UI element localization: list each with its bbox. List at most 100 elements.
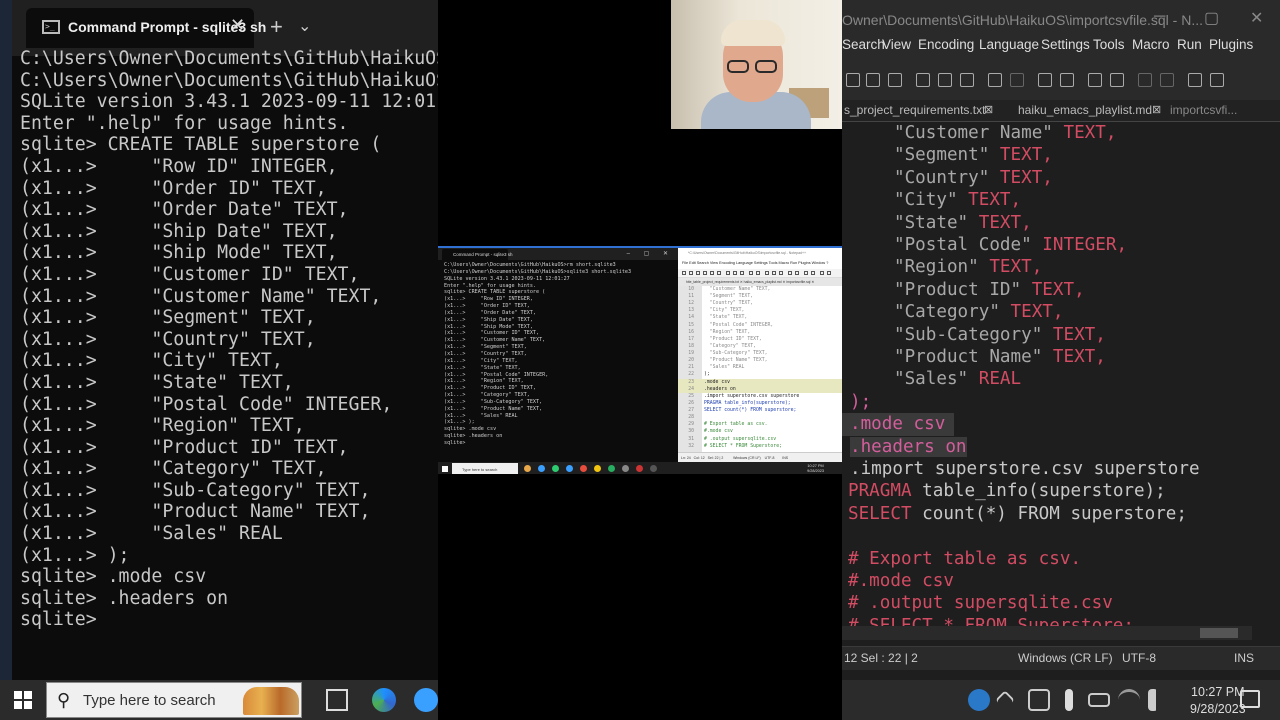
mini-app-icon[interactable]: [622, 465, 629, 472]
np-editor[interactable]: "Customer Name" TEXT, "Segment" TEXT, "Cou…: [842, 122, 1280, 642]
doc-tab-importcsvfile[interactable]: importcsvfi...: [1170, 103, 1237, 117]
battery-icon[interactable]: [1088, 693, 1110, 707]
mini-clock[interactable]: 10:27 PM 9/28/2023: [807, 464, 824, 474]
task-view-icon[interactable]: [326, 689, 348, 711]
code-segment: SELECT count(*) FROM superstore;: [848, 503, 1187, 525]
code-segment: "Sales" REAL: [894, 368, 1021, 390]
terminal-line: (x1...> "Country" TEXT,: [20, 328, 316, 350]
microphone-icon[interactable]: [1065, 689, 1073, 711]
new-tab-button[interactable]: +: [270, 14, 283, 40]
code-text: superstore;: [1059, 503, 1187, 524]
redo-icon[interactable]: [1010, 73, 1024, 87]
terminal-line: (x1...> "Category" TEXT,: [20, 458, 327, 480]
mini-app-icon[interactable]: [552, 465, 559, 472]
mini-terminal-line: SQLite version 3.43.1 2023-09-11 12:01:2…: [444, 275, 570, 282]
edge-icon[interactable]: [372, 688, 396, 712]
find-icon[interactable]: [1038, 73, 1052, 87]
mini-app-icon[interactable]: [566, 465, 573, 472]
mini-terminal-line: (x1...> "Customer Name" TEXT,: [444, 337, 546, 344]
mini-app-icon[interactable]: [608, 465, 615, 472]
mini-np-menu[interactable]: File Edit Search View Encoding Language …: [678, 259, 842, 269]
code-line: "State" TEXT,: [842, 212, 1280, 234]
scrollbar-thumb[interactable]: [1200, 628, 1238, 638]
mini-np-line-number: 29: [688, 422, 694, 428]
doc-tab-playlist[interactable]: haiku_emacs_playlist.md: [1018, 103, 1152, 117]
close-file-icon[interactable]: [846, 73, 860, 87]
word-wrap-icon[interactable]: [1188, 73, 1202, 87]
zoom-out-icon[interactable]: [1110, 73, 1124, 87]
maximize-icon[interactable]: ▢: [1204, 8, 1219, 28]
mini-terminal-line: (x1...> "Row ID" INTEGER,: [444, 296, 533, 303]
notification-icon[interactable]: [1240, 690, 1260, 708]
chevron-down-icon[interactable]: ⌄: [298, 16, 311, 36]
column-type: TEXT,: [1021, 279, 1085, 300]
sync-vertical-icon[interactable]: [1138, 73, 1152, 87]
mini-app-icon[interactable]: [524, 465, 531, 472]
mini-search-box[interactable]: Type here to search: [452, 463, 518, 474]
menu-settings[interactable]: Settings: [1041, 37, 1090, 52]
doc-tab-requirements[interactable]: s_project_requirements.txt: [844, 103, 985, 117]
mini-np-line-text: SELECT count(*) FROM superstore;: [704, 408, 797, 414]
code-comment-line: #.mode csv: [842, 570, 1280, 592]
code-text: count(*): [911, 503, 1018, 524]
mini-app-icon[interactable]: [650, 465, 657, 472]
app-icon[interactable]: [968, 689, 990, 711]
menu-run[interactable]: Run: [1177, 37, 1202, 52]
volume-icon[interactable]: [1148, 689, 1158, 711]
terminal-output[interactable]: C:\Users\Owner\Documents\GitHub\HaikuOS>…: [20, 48, 438, 631]
terminal-line: (x1...> "Product ID" TEXT,: [20, 436, 349, 458]
app-icon[interactable]: [414, 688, 438, 712]
sync-horizontal-icon[interactable]: [1160, 73, 1174, 87]
tray-icon[interactable]: [1028, 689, 1050, 711]
close-all-icon[interactable]: [866, 73, 880, 87]
code-segment: "Category" TEXT,: [894, 301, 1064, 323]
mini-terminal-line: (x1...> "Region" TEXT,: [444, 378, 524, 385]
code-text: .import superstore.csv superstore: [850, 459, 1200, 479]
paste-icon[interactable]: [960, 73, 974, 87]
terminal-tab[interactable]: >_ Command Prompt - sqlite3 sh ✕: [26, 8, 266, 48]
mini-terminal-tab[interactable]: Command Prompt - sqlite3 sh: [442, 249, 513, 260]
copy-icon[interactable]: [938, 73, 952, 87]
chevron-up-icon[interactable]: [995, 690, 1015, 710]
mini-window-controls[interactable]: – ▢ ✕: [627, 250, 674, 257]
wifi-icon[interactable]: [1118, 689, 1140, 711]
mini-windows-start-icon[interactable]: [442, 466, 448, 472]
mini-np-line-text: );: [704, 372, 710, 378]
undo-icon[interactable]: [988, 73, 1002, 87]
menu-macro[interactable]: Macro: [1132, 37, 1170, 52]
close-icon[interactable]: ⊠: [984, 103, 993, 116]
mini-app-icon[interactable]: [636, 465, 643, 472]
mini-terminal-output[interactable]: C:\Users\Owner\Documents\GitHub\HaikuOS>…: [444, 262, 678, 447]
close-icon[interactable]: ✕: [230, 15, 245, 36]
menu-encoding[interactable]: Encoding: [918, 37, 974, 52]
menu-plugins[interactable]: Plugins: [1209, 37, 1253, 52]
menu-view[interactable]: View: [882, 37, 911, 52]
code-comment: # .output supersqlite.csv: [848, 593, 1113, 614]
column-type: TEXT,: [1052, 123, 1117, 143]
menu-search[interactable]: Search: [842, 37, 885, 52]
minimize-icon[interactable]: ─: [1154, 8, 1165, 26]
print-icon[interactable]: [888, 73, 902, 87]
mini-np-line-number: 21: [688, 365, 694, 371]
mini-np-line-number: 32: [688, 443, 694, 449]
close-icon[interactable]: ✕: [1250, 8, 1263, 28]
cut-icon[interactable]: [916, 73, 930, 87]
windows-start-icon[interactable]: [14, 691, 32, 709]
code-line: SELECT count(*) FROM superstore;: [842, 503, 1280, 525]
replace-icon[interactable]: [1060, 73, 1074, 87]
taskbar-search-box[interactable]: ⚲ Type here to search: [46, 682, 302, 718]
menu-tools[interactable]: Tools: [1093, 37, 1125, 52]
close-icon[interactable]: ⊠: [1152, 103, 1161, 116]
mini-np-tabs[interactable]: hite_table_project_requirements.txt ✕ ha…: [678, 278, 842, 286]
column-type: TEXT,: [978, 257, 1043, 278]
horizontal-scrollbar[interactable]: [842, 626, 1252, 640]
column-name: "Customer Name": [894, 123, 1053, 143]
mini-app-icon[interactable]: [594, 465, 601, 472]
zoom-in-icon[interactable]: [1088, 73, 1102, 87]
mini-app-icon[interactable]: [580, 465, 587, 472]
taskbar-clock[interactable]: 10:27 PM 9/28/2023: [1190, 684, 1246, 718]
mini-app-icon[interactable]: [538, 465, 545, 472]
menu-language[interactable]: Language: [979, 37, 1039, 52]
mini-np-editor[interactable]: 10 "Customer Name" TEXT, 11 "Segment" TEX…: [678, 286, 842, 452]
show-all-chars-icon[interactable]: [1210, 73, 1224, 87]
